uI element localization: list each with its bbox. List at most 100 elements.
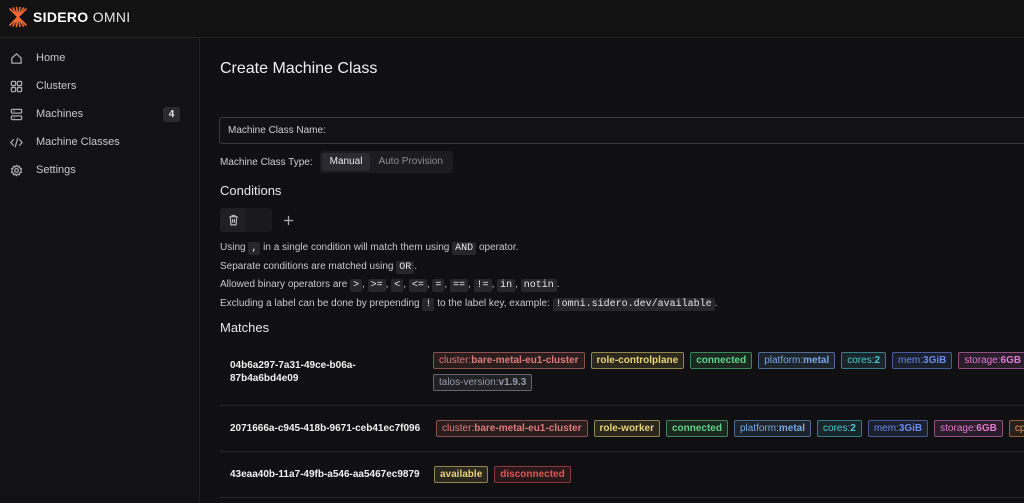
- machine-id[interactable]: 43eaa40b-11a7-49fb-a546-aa5467ec9879: [230, 468, 440, 481]
- help-code: !: [422, 297, 435, 311]
- label-badge: mem:3GiB: [892, 352, 953, 369]
- operator-separator: ,: [362, 279, 368, 290]
- label-value: disconnected: [500, 469, 565, 480]
- sidebar-item-label: Machines: [36, 108, 84, 120]
- label-badge: cluster:bare-metal-eu1-cluster: [433, 352, 585, 369]
- label-key: mem:: [873, 423, 899, 434]
- help-code: AND: [452, 242, 477, 255]
- delete-condition-button[interactable]: [220, 208, 246, 232]
- match-row[interactable]: 43eaa40b-11a7-49fb-a546-aa5467ec9879 avai…: [220, 452, 1024, 498]
- label-key: cp: [1014, 423, 1024, 434]
- sidebar-item-label: Settings: [36, 164, 76, 176]
- sidebar-item-label: Clusters: [36, 80, 77, 92]
- operator-separator: ,: [467, 279, 474, 290]
- sidebar-item-label: Home: [36, 52, 66, 64]
- plus-icon: [283, 215, 293, 225]
- help-text: .: [714, 297, 718, 309]
- help-text: in a single condition will match them us…: [263, 242, 450, 253]
- label-key: cluster:: [439, 355, 472, 366]
- machine-class-type-row: Machine Class Type: Manual Auto Provisio…: [220, 151, 453, 173]
- match-row[interactable]: 2071666a-c945-418b-9671-ceb41ec7f096 clus…: [220, 406, 1024, 452]
- top-bar: SIDERO OMNI: [0, 0, 1024, 38]
- help-code: !omni.sidero.dev/available: [552, 297, 715, 311]
- brand-name-light: OMNI: [92, 9, 131, 25]
- brand-name-bold: SIDERO: [33, 9, 89, 25]
- sidero-logo[interactable]: SIDERO OMNI: [8, 6, 130, 28]
- label-badge: connected: [690, 352, 753, 369]
- label-key: talos-version:: [439, 377, 499, 388]
- brand-name: SIDERO OMNI: [33, 9, 130, 25]
- server-icon: [10, 108, 23, 121]
- machines-count-badge: 4: [163, 107, 180, 122]
- matches-list: 04b6a297-7a31-49ce-b06a-87b4a6bd4e09 clus…: [220, 338, 1024, 498]
- add-condition-button[interactable]: [280, 212, 296, 228]
- sidebar-item-clusters[interactable]: Clusters: [0, 72, 199, 100]
- operator-code: notin: [520, 279, 557, 292]
- type-option-manual[interactable]: Manual: [321, 153, 371, 171]
- label-value: bare-metal-eu1-cluster: [471, 355, 579, 366]
- label-key: cluster:: [442, 423, 475, 434]
- label-badge: cores:2: [841, 352, 887, 369]
- label-badge: cluster:bare-metal-eu1-cluster: [436, 420, 588, 437]
- machine-class-type-label: Machine Class Type:: [220, 156, 313, 168]
- condition-toolbar: [220, 208, 296, 232]
- operator-code: <: [391, 279, 404, 292]
- help-text: .: [556, 279, 560, 290]
- sidebar-item-label: Machine Classes: [36, 136, 120, 148]
- page-title: Create Machine Class: [220, 60, 378, 77]
- help-text: Using: [220, 242, 246, 253]
- help-line-or: Separate conditions are matched using OR…: [220, 258, 717, 277]
- machine-id[interactable]: 04b6a297-7a31-49ce-b06a-87b4a6bd4e09: [230, 359, 390, 385]
- help-text: operator.: [478, 242, 519, 253]
- label-badge: connected: [665, 420, 728, 437]
- label-key: storage:: [940, 423, 977, 434]
- label-badge: talos-version:v1.9.3: [433, 374, 533, 391]
- machine-class-name-input[interactable]: [329, 125, 1024, 136]
- sidebar-item-settings[interactable]: Settings: [0, 156, 199, 184]
- condition-input[interactable]: [246, 208, 272, 232]
- label-value: connected: [671, 423, 722, 434]
- help-line-exclude: Excluding a label can be done by prepend…: [220, 295, 717, 314]
- machine-labels: available disconnected: [434, 466, 1024, 483]
- help-text: Separate conditions are matched using: [220, 260, 394, 272]
- conditions-heading: Conditions: [220, 183, 282, 198]
- matches-heading: Matches: [220, 320, 270, 335]
- label-badge: role-worker: [593, 420, 660, 437]
- help-code: ,: [248, 242, 261, 255]
- label-value: metal: [778, 423, 806, 434]
- machine-class-type-toggle: Manual Auto Provision: [319, 151, 453, 173]
- label-value: 6GB: [1000, 355, 1022, 366]
- machine-labels: cluster:bare-metal-eu1-cluster role-worke…: [436, 420, 1024, 437]
- trash-icon: [228, 214, 238, 226]
- label-value: connected: [696, 355, 747, 366]
- label-value: bare-metal-eu1-cluster: [474, 423, 582, 434]
- label-value: v1.9.3: [498, 377, 527, 388]
- label-value: 3GiB: [923, 355, 947, 366]
- match-row[interactable]: 04b6a297-7a31-49ce-b06a-87b4a6bd4e09 clus…: [220, 338, 1024, 406]
- label-key: platform:: [764, 355, 804, 366]
- help-text: Allowed binary operators are: [220, 279, 348, 290]
- label-badge: mem:3GiB: [867, 420, 929, 437]
- main-content: Create Machine Class Machine Class Name:…: [200, 38, 1024, 503]
- code-icon: [10, 136, 23, 149]
- operator-code: =: [432, 279, 445, 292]
- label-key: cores:: [823, 423, 851, 434]
- machine-labels: cluster:bare-metal-eu1-cluster role-contr…: [433, 352, 1024, 391]
- operator-separator: ,: [403, 279, 409, 290]
- sidebar-item-home[interactable]: Home: [0, 44, 199, 72]
- label-value: 6GB: [976, 423, 997, 434]
- type-option-auto-provision[interactable]: Auto Provision: [370, 153, 450, 171]
- help-code: OR: [396, 260, 415, 274]
- label-value: 2: [874, 355, 881, 366]
- help-line-operators: Allowed binary operators are >, >=, <, <…: [220, 276, 717, 295]
- operator-code: >=: [367, 279, 386, 292]
- sidebar-item-machines[interactable]: Machines 4: [0, 100, 199, 128]
- label-badge: role-controlplane: [590, 352, 685, 369]
- machine-id[interactable]: 2071666a-c945-418b-9671-ceb41ec7f096: [230, 422, 440, 435]
- sidebar-item-machine-classes[interactable]: Machine Classes: [0, 128, 199, 156]
- clusters-icon: [10, 80, 23, 93]
- label-badge: cp: [1008, 420, 1024, 437]
- label-key: platform:: [739, 423, 779, 434]
- operator-list: >, >=, <, <=, =, ==, !=, in, notin: [350, 279, 557, 292]
- machine-class-name-field[interactable]: Machine Class Name:: [219, 117, 1024, 144]
